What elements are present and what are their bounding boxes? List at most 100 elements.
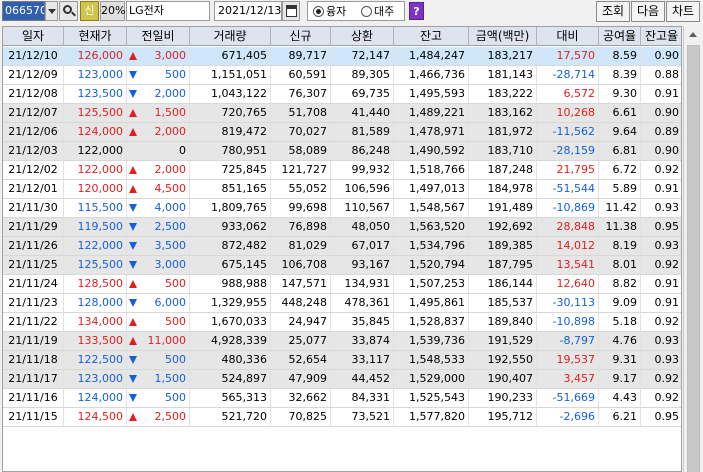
help-button[interactable]: ?: [409, 2, 424, 20]
radio-dot-selected: [313, 6, 324, 17]
cell-repay: 33,117: [331, 351, 394, 369]
cell-text: -11,562: [552, 125, 595, 138]
cell-text: 4,928,339: [211, 334, 267, 347]
table-header: 일자 현재가 전일비 거래량 신규 상환 잔고 금액(백만) 대비 공여율 잔고율: [3, 27, 681, 46]
cell-balance: 1,520,794: [394, 256, 469, 274]
cell-volume: 521,720: [190, 408, 271, 426]
table-row[interactable]: 21/12/02 122,000 2,000 725,845 121,727 99,932…: [3, 161, 681, 180]
cell-date: 21/12/06: [3, 123, 64, 141]
cell-amount: 181,972: [469, 123, 537, 141]
cell-change: 1,500: [127, 370, 190, 388]
cell-repay: 84,331: [331, 389, 394, 407]
table-row[interactable]: 21/11/23 128,000 6,000 1,329,955 448,248 478,…: [3, 294, 681, 313]
cell-change: 11,000: [127, 332, 190, 350]
header-col-date[interactable]: 일자: [3, 27, 64, 46]
cell-diff: -8,797: [537, 332, 599, 350]
table-row[interactable]: 21/12/07 125,500 1,500 720,765 51,708 41,440 1…: [3, 104, 681, 123]
cell-text: 21/12/09: [8, 68, 58, 81]
cell-text: 11.42: [605, 201, 638, 214]
header-col-new[interactable]: 신규: [271, 27, 331, 46]
new-listing-button[interactable]: 신: [80, 1, 99, 21]
cell-text: 5.89: [612, 182, 638, 195]
cell-text: 128,500: [77, 277, 124, 290]
stock-search-button[interactable]: [59, 1, 78, 21]
cell-text: 89,717: [288, 49, 328, 62]
scroll-up-arrow-icon[interactable]: [684, 26, 703, 43]
table-row[interactable]: 21/12/08 123,500 2,000 1,043,122 76,307 69,73…: [3, 85, 681, 104]
cell-diff: 3,457: [537, 370, 599, 388]
header-col-repay[interactable]: 상환: [331, 27, 394, 46]
table-row[interactable]: 21/11/15 124,500 2,500 521,720 70,825 73,521 1…: [3, 408, 681, 427]
cell-text: 1,670,033: [211, 315, 267, 328]
table-row[interactable]: 21/11/19 133,500 11,000 4,928,339 25,077 33,8…: [3, 332, 681, 351]
cell-price: 119,500: [64, 218, 127, 236]
cell-text: 21/11/29: [8, 220, 58, 233]
table-row[interactable]: 21/12/03 122,000 0 780,951 58,089 86,248 1,490…: [3, 142, 681, 161]
cell-text: 3,000: [154, 258, 187, 271]
cell-text: 47,909: [288, 372, 328, 385]
cell-text: 8.82: [612, 277, 638, 290]
cell-text: 9.31: [612, 353, 638, 366]
cell-text: 41,440: [351, 106, 391, 119]
cell-volume: 1,329,955: [190, 294, 271, 312]
cell-amount: 183,710: [469, 142, 537, 160]
table-row[interactable]: 21/12/09 123,000 500 1,151,051 60,591 89,305 1…: [3, 66, 681, 85]
table-row[interactable]: 21/11/29 119,500 2,500 933,062 76,898 48,050 1…: [3, 218, 681, 237]
cell-volume: 675,145: [190, 256, 271, 274]
cell-text: 1,577,820: [409, 410, 465, 423]
cell-text: 9.17: [612, 372, 638, 385]
table-row[interactable]: 21/11/17 123,000 1,500 524,897 47,909 44,452 1…: [3, 370, 681, 389]
header-col-balance-rate[interactable]: 잔고율: [641, 27, 681, 46]
table-row[interactable]: 21/12/01 120,000 4,500 851,165 55,052 106,596…: [3, 180, 681, 199]
cell-volume: 988,988: [190, 275, 271, 293]
cell-balance: 1,534,796: [394, 237, 469, 255]
date-input[interactable]: 2021/12/13: [214, 1, 282, 21]
cell-text: -10,869: [552, 201, 595, 214]
table-row[interactable]: 21/11/16 124,000 500 565,313 32,662 84,331 1,5…: [3, 389, 681, 408]
calendar-button[interactable]: [282, 1, 300, 21]
down-triangle-icon: [129, 242, 137, 250]
header-col-volume[interactable]: 거래량: [190, 27, 271, 46]
stock-code-input[interactable]: 066570: [2, 1, 45, 21]
cell-text: 1,528,837: [409, 315, 465, 328]
cell-date: 21/12/02: [3, 161, 64, 179]
cell-supply-rate: 9.17: [599, 370, 641, 388]
cell-balance: 1,563,520: [394, 218, 469, 236]
table-row[interactable]: 21/12/06 124,000 2,000 819,472 70,027 81,589 1…: [3, 123, 681, 142]
query-button[interactable]: 조회: [596, 1, 630, 22]
header-col-change[interactable]: 전일비: [127, 27, 190, 46]
cell-change: 500: [127, 389, 190, 407]
cell-new: 147,571: [271, 275, 331, 293]
header-col-supply-rate[interactable]: 공여율: [599, 27, 641, 46]
cell-balance-rate: 0.91: [641, 275, 681, 293]
cell-text: 500: [165, 353, 186, 366]
cell-text: 183,710: [487, 144, 534, 157]
scroll-thumb[interactable]: [687, 45, 700, 472]
cell-balance-rate: 0.89: [641, 123, 681, 141]
cell-text: 9.64: [612, 125, 638, 138]
cell-diff: -28,159: [537, 142, 599, 160]
table-row[interactable]: 21/11/18 122,500 500 480,336 52,654 33,117 1,5…: [3, 351, 681, 370]
stock-code-dropdown[interactable]: [45, 1, 58, 21]
cell-text: 12,640: [556, 277, 596, 290]
up-triangle-icon: [129, 109, 137, 117]
vertical-scrollbar[interactable]: [683, 26, 703, 472]
chart-button[interactable]: 차트: [666, 1, 700, 22]
header-col-amount[interactable]: 금액(백만): [469, 27, 537, 46]
cell-text: 122,500: [77, 353, 124, 366]
cell-balance: 1,490,592: [394, 142, 469, 160]
next-button[interactable]: 다음: [631, 1, 665, 22]
cell-text: 720,765: [221, 106, 268, 119]
table-row[interactable]: 21/12/10 126,000 3,000 671,405 89,717 72,147 1…: [3, 47, 681, 66]
table-row[interactable]: 21/11/26 122,000 3,500 872,482 81,029 67,017 1…: [3, 237, 681, 256]
header-col-price[interactable]: 현재가: [64, 27, 127, 46]
header-col-diff[interactable]: 대비: [537, 27, 599, 46]
table-row[interactable]: 21/11/25 125,500 3,000 675,145 106,708 93,167…: [3, 256, 681, 275]
table-row[interactable]: 21/11/24 128,500 500 988,988 147,571 134,931 1…: [3, 275, 681, 294]
cell-text: 122,000: [77, 239, 124, 252]
table-row[interactable]: 21/11/30 115,500 4,000 1,809,765 99,698 110,5…: [3, 199, 681, 218]
cell-text: 4,000: [154, 201, 187, 214]
table-row[interactable]: 21/11/22 134,000 500 1,670,033 24,947 35,845 1…: [3, 313, 681, 332]
header-col-balance[interactable]: 잔고: [394, 27, 469, 46]
cell-repay: 73,521: [331, 408, 394, 426]
